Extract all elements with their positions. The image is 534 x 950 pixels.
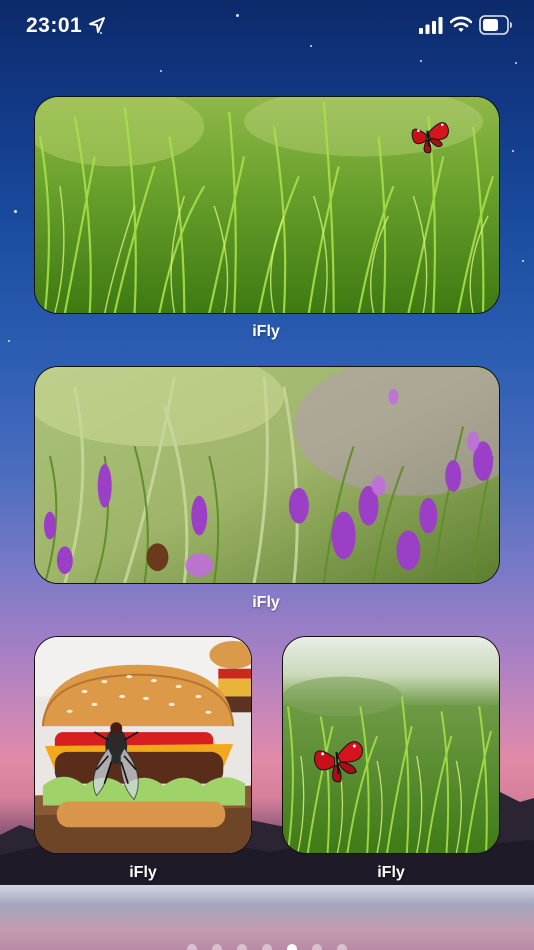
widget-label: iFly — [252, 594, 280, 611]
grass-butterfly-image — [283, 637, 499, 853]
ifly-widget-grass-medium[interactable] — [34, 96, 500, 314]
ifly-widget-grass-small[interactable] — [282, 636, 500, 854]
widget-label: iFly — [252, 323, 280, 340]
page-dot[interactable] — [287, 944, 297, 950]
page-indicator[interactable] — [0, 944, 534, 950]
page-dot[interactable] — [337, 944, 347, 950]
location-arrow-icon — [89, 17, 105, 33]
grass-butterfly-image — [35, 97, 499, 313]
battery-icon — [479, 15, 512, 35]
status-time: 23:01 — [26, 14, 83, 37]
status-bar: 23:01 — [0, 0, 534, 54]
ifly-widget-burger-small[interactable] — [34, 636, 252, 854]
page-dot[interactable] — [262, 944, 272, 950]
page-dot[interactable] — [237, 944, 247, 950]
burger-fly-image — [35, 637, 251, 853]
page-dot[interactable] — [187, 944, 197, 950]
widget-label: iFly — [377, 864, 405, 881]
cellular-signal-icon — [419, 17, 443, 34]
lake-reflection — [0, 885, 534, 950]
page-dot[interactable] — [212, 944, 222, 950]
ifly-widget-flowers-medium[interactable] — [34, 366, 500, 584]
wifi-icon — [450, 16, 472, 32]
flowers-grass-image — [35, 367, 499, 583]
home-screen: 23:01 iFly iFly iFly iFly — [0, 0, 534, 950]
widget-label: iFly — [129, 864, 157, 881]
page-dot[interactable] — [312, 944, 322, 950]
